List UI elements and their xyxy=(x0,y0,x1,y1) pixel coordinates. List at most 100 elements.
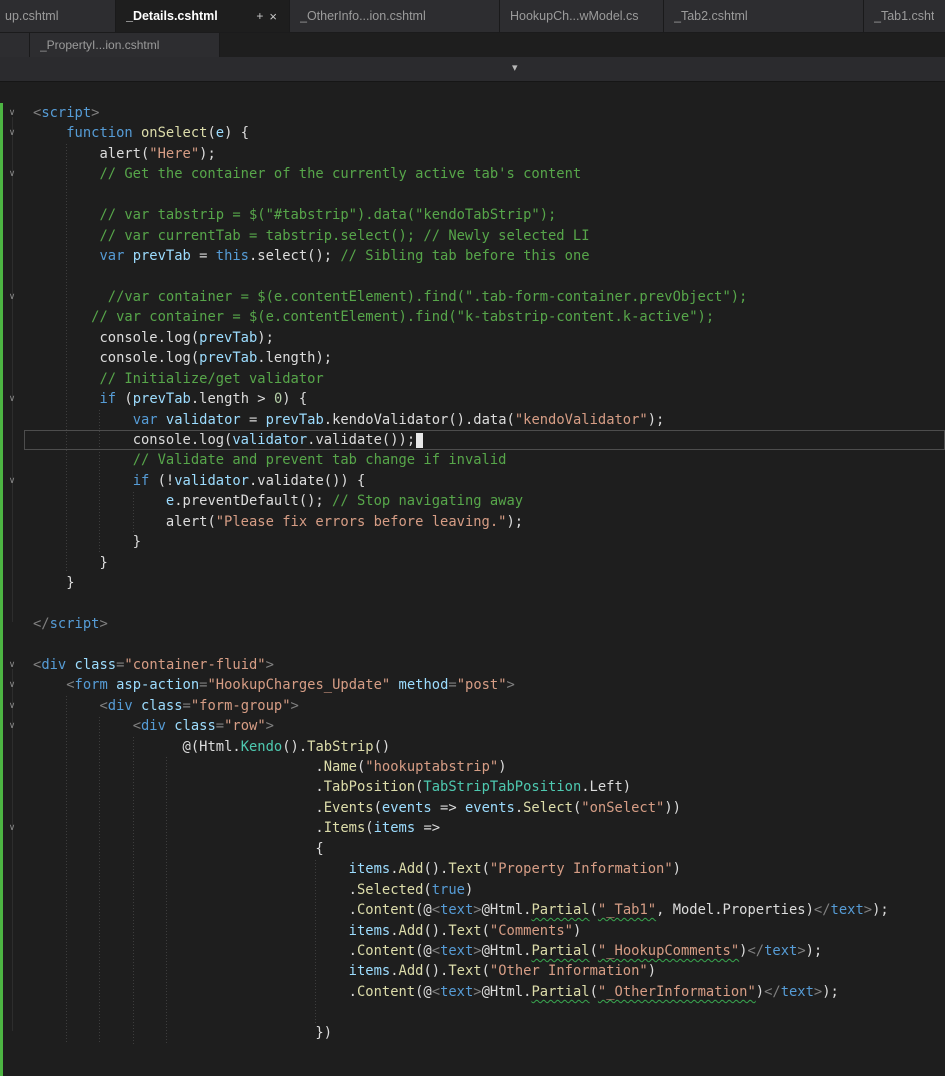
gutter-margin xyxy=(0,594,24,614)
fold-chevron-icon[interactable]: ∨ xyxy=(0,103,24,123)
code-line[interactable]: // var container = $(e.contentElement).f… xyxy=(0,307,945,327)
fold-chevron-icon[interactable]: ∨ xyxy=(0,287,24,307)
code-line[interactable]: // Initialize/get validator xyxy=(0,369,945,389)
gutter-margin xyxy=(0,369,24,389)
code-line[interactable]: alert("Please fix errors before leaving.… xyxy=(0,512,945,532)
code-editor[interactable]: ∨ <script> ∨ function onSelect(e) { alert(… xyxy=(0,82,945,1076)
code-line[interactable]: console.log(validator.validate()); xyxy=(0,430,945,450)
gutter-margin xyxy=(0,328,24,348)
document-tab-otherinfo-ion-cshtml[interactable]: _OtherInfo...ion.cshtml xyxy=(290,0,500,32)
gutter-margin xyxy=(0,900,24,920)
code-line[interactable]: } xyxy=(0,573,945,593)
code-text: // Get the container of the currently ac… xyxy=(99,166,582,183)
code-line[interactable]: </script> xyxy=(0,614,945,634)
code-text: @(Html.Kendo().TabStrip() xyxy=(182,738,391,755)
fold-chevron-icon[interactable]: ∨ xyxy=(0,471,24,491)
code-line[interactable]: ∨ function onSelect(e) { xyxy=(0,123,945,143)
code-line[interactable]: .Content(@<text>@Html.Partial("_OtherInf… xyxy=(0,982,945,1002)
fold-chevron-icon[interactable]: ∨ xyxy=(0,716,24,736)
code-line[interactable]: .Content(@<text>@Html.Partial("_Tab1", M… xyxy=(0,900,945,920)
code-line[interactable]: ∨ <form asp-action="HookupCharges_Update… xyxy=(0,675,945,695)
code-line[interactable] xyxy=(0,267,945,287)
code-line[interactable]: ∨ if (prevTab.length > 0) { xyxy=(0,389,945,409)
code-line[interactable]: .Events(events => events.Select("onSelec… xyxy=(0,798,945,818)
document-tab-stub[interactable] xyxy=(0,33,30,57)
code-line[interactable]: }) xyxy=(0,1023,945,1043)
code-text: // var tabstrip = $("#tabstrip").data("k… xyxy=(99,207,557,224)
close-icon[interactable]: × xyxy=(267,9,279,24)
code-line[interactable]: e.preventDefault(); // Stop navigating a… xyxy=(0,491,945,511)
code-line[interactable]: } xyxy=(0,532,945,552)
code-line[interactable]: items.Add().Text("Comments") xyxy=(0,921,945,941)
text-caret xyxy=(416,432,424,448)
document-tab-propertyi-ion-cshtml[interactable]: _PropertyI...ion.cshtml xyxy=(30,33,220,57)
fold-chevron-icon[interactable]: ∨ xyxy=(0,389,24,409)
code-text: } xyxy=(132,534,141,551)
gutter-margin xyxy=(0,246,24,266)
code-line[interactable]: ∨ // Get the container of the currently … xyxy=(0,164,945,184)
gutter-margin xyxy=(0,859,24,879)
code-line[interactable]: ∨ <div class="form-group"> xyxy=(0,696,945,716)
code-text: .Selected(true) xyxy=(348,881,474,898)
code-line[interactable]: .Selected(true) xyxy=(0,880,945,900)
code-line[interactable]: .Name("hookuptabstrip") xyxy=(0,757,945,777)
code-line[interactable]: ∨ <div class="container-fluid"> xyxy=(0,655,945,675)
code-text: // var currentTab = tabstrip.select(); /… xyxy=(99,227,590,244)
code-line[interactable]: // Validate and prevent tab change if in… xyxy=(0,450,945,470)
code-text: }) xyxy=(315,1024,333,1041)
code-text: console.log(prevTab); xyxy=(99,329,274,346)
code-line[interactable]: alert("Here"); xyxy=(0,144,945,164)
code-lines: ∨ <script> ∨ function onSelect(e) { alert(… xyxy=(0,82,945,1043)
code-line[interactable]: console.log(prevTab.length); xyxy=(0,348,945,368)
code-line[interactable]: // var currentTab = tabstrip.select(); /… xyxy=(0,226,945,246)
code-line[interactable]: items.Add().Text("Other Information") xyxy=(0,961,945,981)
code-line[interactable]: ∨ if (!validator.validate()) { xyxy=(0,471,945,491)
fold-chevron-icon[interactable]: ∨ xyxy=(0,655,24,675)
gutter-margin xyxy=(0,941,24,961)
chevron-down-icon[interactable]: ▾ xyxy=(512,61,518,74)
code-line[interactable]: .TabPosition(TabStripTabPosition.Left) xyxy=(0,777,945,797)
gutter-margin xyxy=(0,491,24,511)
code-line[interactable]: ∨ <script> xyxy=(0,103,945,123)
tab-label: HookupCh...wModel.cs xyxy=(510,9,639,23)
code-line[interactable]: { xyxy=(0,839,945,859)
fold-chevron-icon[interactable]: ∨ xyxy=(0,164,24,184)
code-line[interactable]: console.log(prevTab); xyxy=(0,328,945,348)
document-tab-hookupch-wmodel-cs[interactable]: HookupCh...wModel.cs xyxy=(500,0,664,32)
document-tab-tab1-csht[interactable]: _Tab1.csht xyxy=(864,0,945,32)
code-line[interactable]: @(Html.Kendo().TabStrip() xyxy=(0,737,945,757)
code-text: var validator = prevTab.kendoValidator()… xyxy=(132,411,665,428)
pin-icon[interactable]: + xyxy=(252,9,267,23)
code-line[interactable]: } xyxy=(0,553,945,573)
gutter-margin xyxy=(0,614,24,634)
document-tab-details-cshtml[interactable]: _Details.cshtml + × xyxy=(116,0,290,32)
code-line[interactable]: var validator = prevTab.kendoValidator()… xyxy=(0,410,945,430)
fold-chevron-icon[interactable]: ∨ xyxy=(0,123,24,143)
fold-chevron-icon[interactable]: ∨ xyxy=(0,675,24,695)
code-line[interactable] xyxy=(0,1002,945,1022)
document-tab-tab2-cshtml[interactable]: _Tab2.cshtml xyxy=(664,0,864,32)
code-line[interactable]: ∨ .Items(items => xyxy=(0,818,945,838)
fold-chevron-icon[interactable]: ∨ xyxy=(0,818,24,838)
gutter-margin xyxy=(0,307,24,327)
code-line[interactable] xyxy=(0,594,945,614)
code-line[interactable]: items.Add().Text("Property Information") xyxy=(0,859,945,879)
code-line[interactable] xyxy=(0,185,945,205)
code-text: <script> xyxy=(33,105,100,121)
gutter-margin xyxy=(0,982,24,1002)
gutter-margin xyxy=(0,430,24,450)
document-tab-up-cshtml[interactable]: up.cshtml xyxy=(0,0,116,32)
gutter-margin xyxy=(0,839,24,859)
code-line[interactable]: // var tabstrip = $("#tabstrip").data("k… xyxy=(0,205,945,225)
code-line[interactable]: ∨ <div class="row"> xyxy=(0,716,945,736)
code-line[interactable]: ∨ //var container = $(e.contentElement).… xyxy=(0,287,945,307)
code-line[interactable]: var prevTab = this.select(); // Sibling … xyxy=(0,246,945,266)
code-line[interactable] xyxy=(0,634,945,654)
code-text: function onSelect(e) { xyxy=(66,125,249,142)
fold-chevron-icon[interactable]: ∨ xyxy=(0,696,24,716)
code-line[interactable]: .Content(@<text>@Html.Partial("_HookupCo… xyxy=(0,941,945,961)
code-text: items.Add().Text("Other Information") xyxy=(348,963,657,980)
tab-label: _Tab1.csht xyxy=(874,9,935,23)
